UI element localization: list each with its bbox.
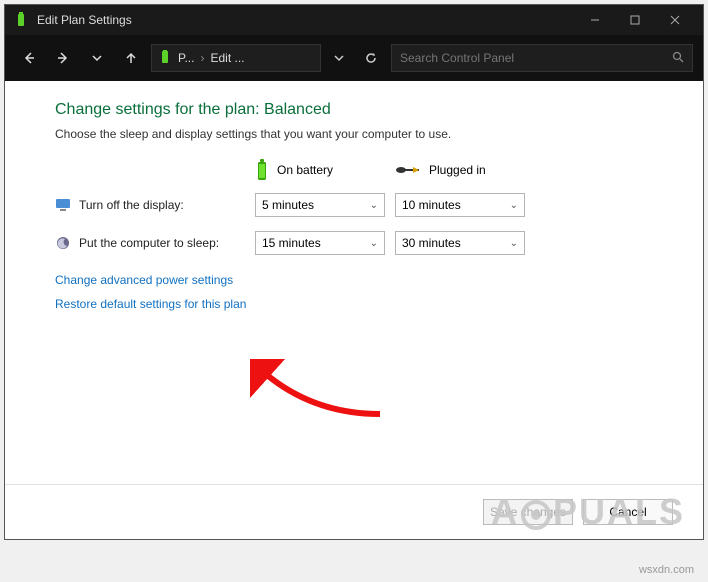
source-site-text: wsxdn.com <box>639 564 694 576</box>
search-icon <box>672 51 684 66</box>
breadcrumb-app-icon <box>158 50 172 67</box>
display-label-text: Turn off the display: <box>79 198 184 212</box>
breadcrumb-item[interactable]: P... <box>178 51 194 65</box>
watermark-logo-icon <box>521 497 551 527</box>
chevron-right-icon: › <box>200 51 204 65</box>
annotation-arrow <box>250 359 390 432</box>
chevron-down-icon: ⌄ <box>510 238 518 249</box>
page-description: Choose the sleep and display settings th… <box>55 127 653 141</box>
sleep-timeout-row: Put the computer to sleep: 15 minutes ⌄ … <box>55 231 653 255</box>
sleep-icon <box>55 235 71 251</box>
search-box[interactable] <box>391 44 693 72</box>
sleep-row-label: Put the computer to sleep: <box>55 235 255 251</box>
window-controls <box>575 6 695 34</box>
sleep-plugged-value: 30 minutes <box>402 236 461 250</box>
window-frame: Edit Plan Settings <box>4 4 704 540</box>
minimize-button[interactable] <box>575 6 615 34</box>
sleep-plugged-select[interactable]: 30 minutes ⌄ <box>395 231 525 255</box>
maximize-button[interactable] <box>615 6 655 34</box>
breadcrumb-history-button[interactable] <box>327 44 351 72</box>
search-input[interactable] <box>400 51 672 65</box>
on-battery-header: On battery <box>255 159 395 181</box>
restore-defaults-link[interactable]: Restore default settings for this plan <box>55 297 653 311</box>
advanced-power-settings-link[interactable]: Change advanced power settings <box>55 273 653 287</box>
back-button[interactable] <box>15 44 43 72</box>
forward-button[interactable] <box>49 44 77 72</box>
refresh-button[interactable] <box>357 44 385 72</box>
sleep-battery-select[interactable]: 15 minutes ⌄ <box>255 231 385 255</box>
display-battery-select[interactable]: 5 minutes ⌄ <box>255 193 385 217</box>
breadcrumb-item[interactable]: Edit ... <box>210 51 244 65</box>
navbar: P... › Edit ... <box>5 35 703 81</box>
display-row-label: Turn off the display: <box>55 197 255 213</box>
plugged-in-header: Plugged in <box>395 159 535 181</box>
on-battery-label: On battery <box>277 163 333 177</box>
titlebar: Edit Plan Settings <box>5 5 703 35</box>
up-button[interactable] <box>117 44 145 72</box>
display-timeout-row: Turn off the display: 5 minutes ⌄ 10 min… <box>55 193 653 217</box>
sleep-label-text: Put the computer to sleep: <box>79 236 219 250</box>
power-app-icon <box>13 12 29 28</box>
watermark: A PUALS <box>491 491 685 533</box>
display-icon <box>55 197 71 213</box>
watermark-pre: A <box>491 491 519 533</box>
column-headers: On battery Plugged in <box>55 159 653 181</box>
plug-icon <box>395 164 421 176</box>
window-title: Edit Plan Settings <box>37 13 575 27</box>
display-plugged-select[interactable]: 10 minutes ⌄ <box>395 193 525 217</box>
chevron-down-icon: ⌄ <box>370 200 378 211</box>
display-battery-value: 5 minutes <box>262 198 314 212</box>
page-heading: Change settings for the plan: Balanced <box>55 101 653 119</box>
sleep-battery-value: 15 minutes <box>262 236 321 250</box>
links-section: Change advanced power settings Restore d… <box>55 273 653 311</box>
close-button[interactable] <box>655 6 695 34</box>
plugged-in-label: Plugged in <box>429 163 486 177</box>
chevron-down-icon: ⌄ <box>510 200 518 211</box>
watermark-post: PUALS <box>553 491 685 533</box>
battery-icon <box>255 159 269 181</box>
recent-locations-button[interactable] <box>83 44 111 72</box>
breadcrumb[interactable]: P... › Edit ... <box>151 44 321 72</box>
chevron-down-icon: ⌄ <box>370 238 378 249</box>
display-plugged-value: 10 minutes <box>402 198 461 212</box>
content-panel: Change settings for the plan: Balanced C… <box>5 81 703 484</box>
